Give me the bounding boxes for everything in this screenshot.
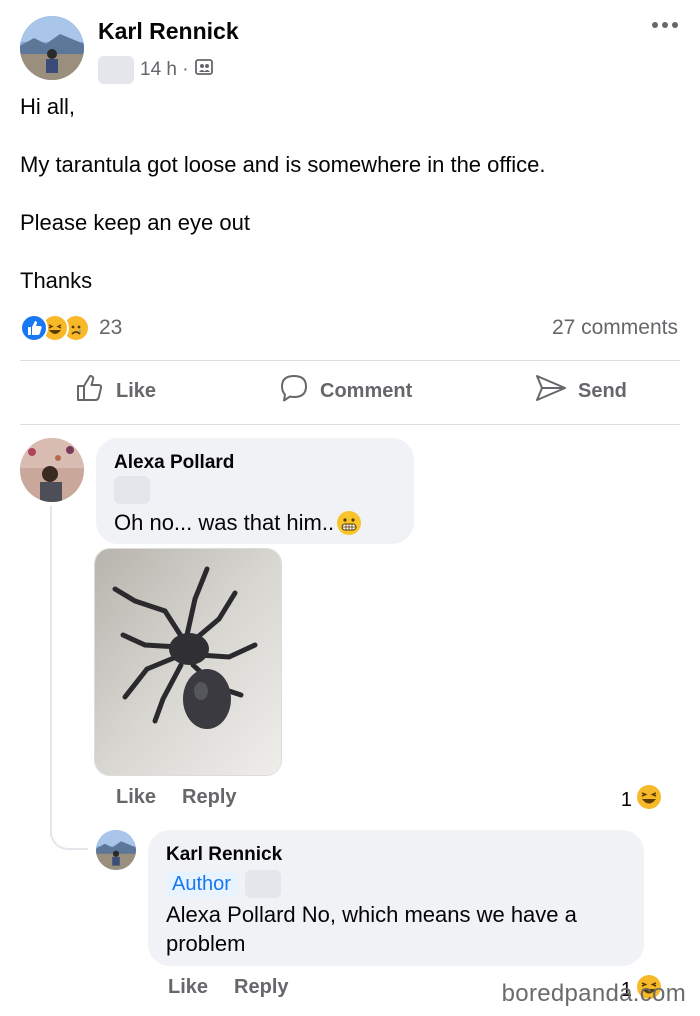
reply-author-meta: Author [166, 870, 281, 898]
post-author-avatar[interactable] [20, 16, 84, 80]
thread-connector [50, 820, 88, 850]
reply-reply-button[interactable]: Reply [234, 976, 288, 999]
speech-bubble-icon [278, 372, 310, 410]
post-body: Hi all, My tarantula got loose and is so… [20, 92, 680, 324]
comment-author-name[interactable]: Alexa Pollard [114, 452, 234, 474]
like-icon [20, 314, 48, 342]
author-badge: Author [166, 871, 237, 897]
post-line: Please keep an eye out [20, 210, 250, 235]
comment-bubble[interactable]: Alexa Pollard Oh no... was that him.. [96, 438, 414, 544]
send-button-label: Send [578, 379, 627, 402]
redacted-chip [98, 56, 134, 84]
reply-author-avatar[interactable] [96, 830, 136, 870]
post-line: Thanks [20, 268, 93, 293]
like-button-label: Like [116, 379, 157, 402]
comment-reply-button[interactable]: Reply [182, 786, 236, 809]
divider [20, 360, 680, 361]
comments-count-link[interactable]: 27 comments [552, 316, 678, 340]
grimacing-face-icon [336, 510, 362, 536]
redacted-chip [244, 870, 281, 898]
post-line: Hi all, [20, 94, 76, 119]
group-audience-icon [194, 58, 213, 82]
reaction-count: 23 [99, 316, 123, 339]
comment-text: Oh no... was that him.. [114, 508, 362, 537]
comment-button[interactable]: Comment [278, 372, 412, 410]
send-button[interactable]: Send [534, 372, 627, 410]
comment-like-button[interactable]: Like [116, 786, 156, 809]
comment-button-label: Comment [320, 379, 413, 402]
comment-author-avatar[interactable] [20, 438, 84, 502]
divider [20, 424, 680, 425]
post-time[interactable]: 14 h · [140, 59, 189, 81]
post-meta: 14 h · [98, 56, 213, 84]
reaction-summary[interactable]: 23 [20, 314, 122, 342]
comment-actions: Like Reply [116, 786, 237, 809]
comment-text-content: Oh no... was that him.. [114, 510, 335, 535]
comment-photo-tarantula[interactable] [94, 548, 282, 776]
haha-icon [636, 784, 662, 816]
send-arrow-icon [534, 372, 568, 410]
watermark: boredpanda.com [501, 980, 686, 1007]
reply-bubble[interactable]: Karl Rennick Author Alexa Pollard No, wh… [148, 830, 644, 966]
comment-reaction[interactable]: 1 [621, 784, 662, 816]
post-author-name[interactable]: Karl Rennick [98, 18, 239, 45]
post-line: My tarantula got loose and is somewhere … [20, 152, 546, 177]
like-button[interactable]: Like [74, 372, 156, 410]
comment-reaction-count: 1 [620, 788, 632, 811]
reply-like-button[interactable]: Like [168, 976, 208, 999]
reply-actions: Like Reply [168, 976, 289, 999]
redacted-chip [114, 476, 150, 504]
more-options-icon[interactable] [652, 22, 678, 28]
reply-author-name[interactable]: Karl Rennick [166, 844, 282, 866]
thumbs-up-icon [74, 372, 106, 410]
thread-line [50, 506, 52, 836]
reply-text: Alexa Pollard No, which means we have a … [166, 902, 577, 956]
